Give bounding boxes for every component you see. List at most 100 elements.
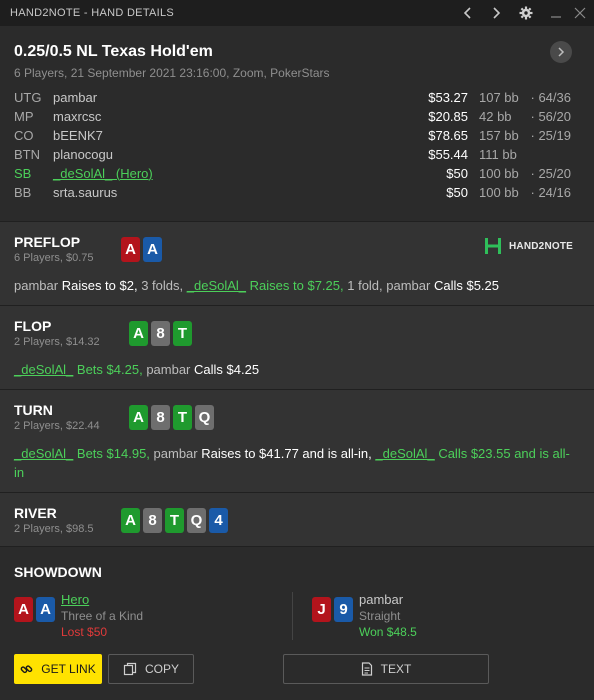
showdown-title: SHOWDOWN — [14, 564, 102, 580]
minimize-icon[interactable] — [543, 0, 569, 26]
street-title: RIVER — [14, 505, 57, 521]
player-position: BTN — [14, 147, 40, 162]
card: A — [121, 508, 140, 533]
card: A — [143, 237, 162, 262]
link-icon — [20, 664, 33, 673]
get-link-button[interactable]: GET LINK — [14, 654, 102, 684]
section-flop: FLOP 2 Players, $14.32 A 8 T _deSolAl_ B… — [0, 305, 594, 389]
street-subtitle: 2 Players, $22.44 — [14, 420, 100, 432]
player-row: CO bEENK7 $78.65 157 bb · 25/19 — [0, 128, 594, 147]
showdown-cards: J 9 — [312, 597, 353, 622]
showdown-result: Lost $50 — [61, 625, 108, 639]
get-link-label: GET LINK — [41, 662, 96, 676]
card: T — [173, 321, 192, 346]
card: 8 — [151, 321, 170, 346]
player-row: UTG pambar $53.27 107 bb · 64/36 — [0, 90, 594, 109]
player-stat: · 56/20 — [530, 109, 571, 124]
player-stat: · 24/16 — [530, 185, 571, 200]
street-title: FLOP — [14, 318, 52, 334]
street-action: pambar Raises to $2, 3 folds, _deSolAl_ … — [14, 278, 500, 293]
showdown-hand-rank: Straight — [359, 609, 401, 623]
player-position: BB — [14, 185, 32, 200]
player-name[interactable]: planocogu — [53, 147, 113, 162]
player-stat: · 25/20 — [530, 166, 571, 181]
street-subtitle: 2 Players, $14.32 — [14, 336, 100, 348]
player-stack: $20.85 — [428, 109, 468, 124]
player-name[interactable]: pambar — [53, 90, 97, 105]
card: 4 — [209, 508, 228, 533]
street-subtitle: 6 Players, $0.75 — [14, 252, 94, 264]
text-button[interactable]: TEXT — [283, 654, 489, 684]
player-row-hero: SB _deSolAl_ (Hero) $50 100 bb · 25/20 — [0, 166, 594, 185]
showdown-result: Won $48.5 — [359, 625, 417, 639]
copy-label: COPY — [144, 662, 179, 676]
player-name[interactable]: maxrcsc — [53, 109, 101, 124]
game-title: 0.25/0.5 NL Texas Hold'em — [14, 43, 213, 60]
section-river: RIVER 2 Players, $98.5 A 8 T Q 4 — [0, 492, 594, 546]
window-title: HAND2NOTE - HAND DETAILS — [10, 7, 175, 19]
copy-icon — [123, 662, 137, 676]
player-name[interactable]: srta.saurus — [53, 185, 117, 200]
player-stack-bb: 157 bb — [479, 128, 519, 143]
section-showdown: SHOWDOWN A A Hero Three of a Kind Lost $… — [0, 546, 594, 700]
player-stack: $55.44 — [428, 147, 468, 162]
hand2note-logo-icon — [485, 238, 501, 254]
showdown-cards: A A — [14, 597, 55, 622]
card: A — [14, 597, 33, 622]
player-stack-bb: 111 bb — [479, 147, 517, 162]
card: T — [165, 508, 184, 533]
board-cards: A 8 T Q 4 — [121, 508, 228, 533]
hole-cards: A A — [121, 237, 162, 262]
chevron-right-icon[interactable] — [483, 0, 509, 26]
card: A — [36, 597, 55, 622]
card: J — [312, 597, 331, 622]
hand-header: 0.25/0.5 NL Texas Hold'em 6 Players, 21 … — [0, 26, 594, 221]
title-bar: HAND2NOTE - HAND DETAILS — [0, 0, 594, 26]
section-preflop: PREFLOP 6 Players, $0.75 A A HAND2NOTE p… — [0, 221, 594, 305]
gear-icon[interactable] — [513, 0, 539, 26]
player-position: SB — [14, 166, 32, 181]
hand2note-logo: HAND2NOTE — [483, 236, 573, 256]
card: Q — [195, 405, 214, 430]
card: 8 — [151, 405, 170, 430]
player-stat: · 64/36 — [530, 90, 571, 105]
document-icon — [361, 662, 372, 676]
street-title: TURN — [14, 402, 53, 418]
card: Q — [187, 508, 206, 533]
logo-text: HAND2NOTE — [509, 240, 574, 252]
showdown-player-name[interactable]: pambar — [359, 592, 403, 607]
player-stack: $53.27 — [428, 90, 468, 105]
player-stack-bb: 42 bb — [479, 109, 512, 124]
player-stack: $50 — [446, 185, 468, 200]
player-position: CO — [14, 128, 34, 143]
player-stack-bb: 107 bb — [479, 90, 519, 105]
player-row: MP maxrcsc $20.85 42 bb · 56/20 — [0, 109, 594, 128]
board-cards: A 8 T — [129, 321, 192, 346]
close-icon[interactable] — [567, 0, 593, 26]
player-name[interactable]: _deSolAl_ (Hero) — [53, 166, 153, 181]
street-action: _deSolAl_ Bets $14.95, pambar Raises to … — [14, 446, 570, 480]
section-turn: TURN 2 Players, $22.44 A 8 T Q _deSolAl_… — [0, 389, 594, 492]
board-cards: A 8 T Q — [129, 405, 214, 430]
card: A — [129, 321, 148, 346]
game-subtitle: 6 Players, 21 September 2021 23:16:00, Z… — [14, 66, 330, 80]
chevron-right-icon — [558, 47, 565, 57]
card: 8 — [143, 508, 162, 533]
player-stat: · 25/19 — [530, 128, 571, 143]
showdown-hand-rank: Three of a Kind — [61, 609, 144, 623]
player-stack-bb: 100 bb — [479, 185, 519, 200]
street-action: _deSolAl_ Bets $4.25, pambar Calls $4.25 — [14, 362, 260, 377]
player-name[interactable]: bEENK7 — [53, 128, 103, 143]
chevron-left-icon[interactable] — [455, 0, 481, 26]
player-row: BTN planocogu $55.44 111 bb — [0, 147, 594, 166]
showdown-player-name[interactable]: Hero — [61, 592, 89, 607]
player-stack: $78.65 — [428, 128, 468, 143]
next-hand-button[interactable] — [550, 41, 572, 63]
player-row: BB srta.saurus $50 100 bb · 24/16 — [0, 185, 594, 204]
player-stack-bb: 100 bb — [479, 166, 519, 181]
text-label: TEXT — [380, 662, 412, 676]
street-subtitle: 2 Players, $98.5 — [14, 523, 94, 535]
copy-button[interactable]: COPY — [108, 654, 194, 684]
card: 9 — [334, 597, 353, 622]
player-position: UTG — [14, 90, 42, 105]
